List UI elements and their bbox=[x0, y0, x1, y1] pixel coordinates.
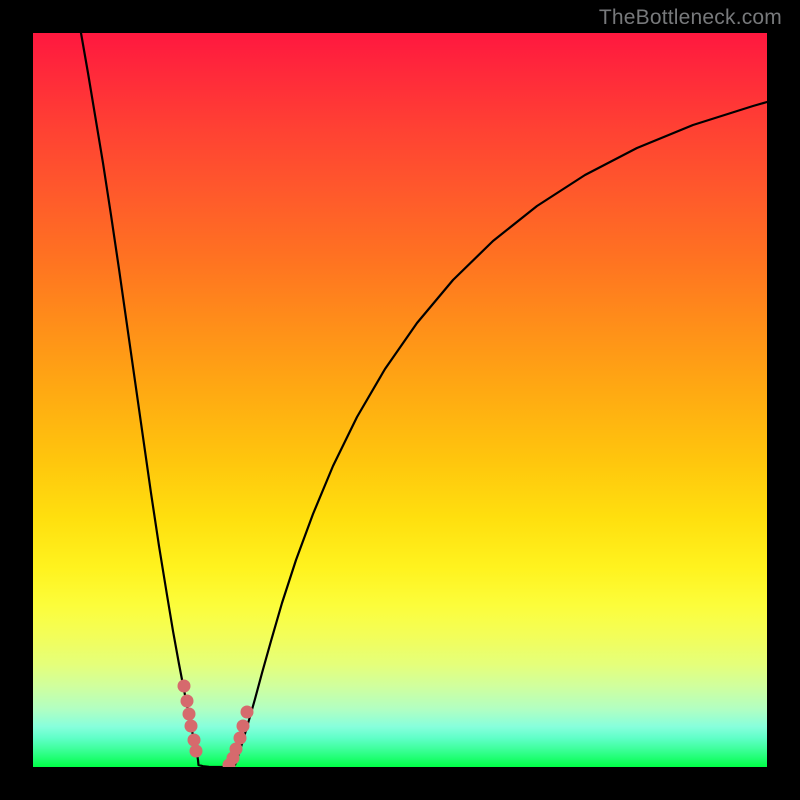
bottleneck-curve bbox=[33, 33, 767, 767]
plot-area bbox=[33, 33, 767, 767]
watermark-text: TheBottleneck.com bbox=[599, 6, 782, 30]
chart-frame: TheBottleneck.com bbox=[0, 0, 800, 800]
